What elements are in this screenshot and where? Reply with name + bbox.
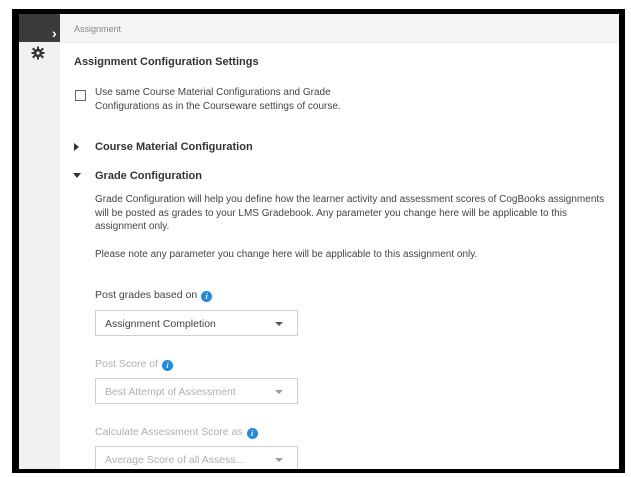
post-grades-label: Post grades based on i <box>95 289 213 302</box>
post-score-select: Best Attempt of Assessment <box>95 378 298 404</box>
collapsed-arrow-icon[interactable] <box>74 143 79 151</box>
post-grades-label-text: Post grades based on <box>95 289 198 301</box>
post-grades-value: Assignment Completion <box>105 318 216 330</box>
calc-score-label: Calculate Assessment Score as i <box>95 426 258 439</box>
gear-icon[interactable] <box>30 45 46 61</box>
course-material-toggle[interactable]: Course Material Configuration <box>95 141 253 153</box>
info-icon[interactable]: i <box>162 360 174 371</box>
same-config-label[interactable]: Use same Course Material Configurations … <box>95 86 395 114</box>
chevron-down-icon <box>275 458 283 462</box>
post-score-value: Best Attempt of Assessment <box>105 386 236 398</box>
info-icon[interactable]: i <box>201 291 213 302</box>
grade-config-note: Please note any parameter you change her… <box>95 249 478 260</box>
settings-panel: Assignment Assignment Configuration Sett… <box>60 14 619 469</box>
same-config-checkbox[interactable] <box>75 90 86 101</box>
chevron-down-icon <box>275 390 283 394</box>
calc-score-select: Average Score of all Assess... <box>95 446 298 469</box>
breadcrumb-bar: Assignment <box>60 14 619 43</box>
post-score-label: Post Score of i <box>95 358 174 371</box>
breadcrumb[interactable]: Assignment <box>74 24 121 34</box>
section-title: Assignment Configuration Settings <box>74 56 259 68</box>
post-score-label-text: Post Score of <box>95 358 159 370</box>
rail-toggle[interactable]: › <box>19 14 60 42</box>
post-grades-select[interactable]: Assignment Completion <box>95 310 298 336</box>
chevron-down-icon <box>275 322 283 326</box>
calc-score-value: Average Score of all Assess... <box>105 454 245 466</box>
expanded-arrow-icon[interactable] <box>73 173 81 178</box>
side-rail <box>19 14 60 469</box>
grade-config-toggle[interactable]: Grade Configuration <box>95 170 202 182</box>
calc-score-label-text: Calculate Assessment Score as <box>95 426 243 438</box>
grade-config-description: Grade Configuration will help you define… <box>95 194 605 232</box>
info-icon[interactable]: i <box>246 428 258 439</box>
